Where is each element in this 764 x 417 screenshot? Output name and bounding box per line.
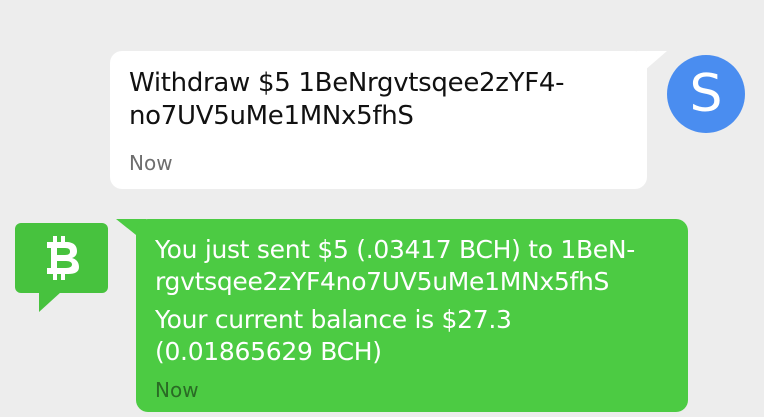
incoming-message-time: Now <box>155 378 199 402</box>
outgoing-message-text: Withdraw $5 1BeNrgvtsqee2zYF4- no7UV5uMe… <box>129 68 565 131</box>
incoming-message-balance: Your current balance is $27.3 (0.0186562… <box>155 305 512 366</box>
outgoing-message-time: Now <box>129 151 173 175</box>
bitcoin-icon <box>15 223 108 293</box>
avatar[interactable]: S <box>667 55 745 133</box>
bot-icon-tail <box>39 292 61 312</box>
bitcoin-glyph-icon <box>46 236 79 280</box>
avatar-letter: S <box>689 64 723 124</box>
outgoing-bubble-tail <box>637 51 667 77</box>
incoming-message-bubble: You just sent $5 (.03417 BCH) to 1BeN- r… <box>136 219 688 412</box>
incoming-message-confirmation: You just sent $5 (.03417 BCH) to 1BeN- r… <box>155 235 636 296</box>
outgoing-message-bubble: Withdraw $5 1BeNrgvtsqee2zYF4- no7UV5uMe… <box>110 51 647 189</box>
